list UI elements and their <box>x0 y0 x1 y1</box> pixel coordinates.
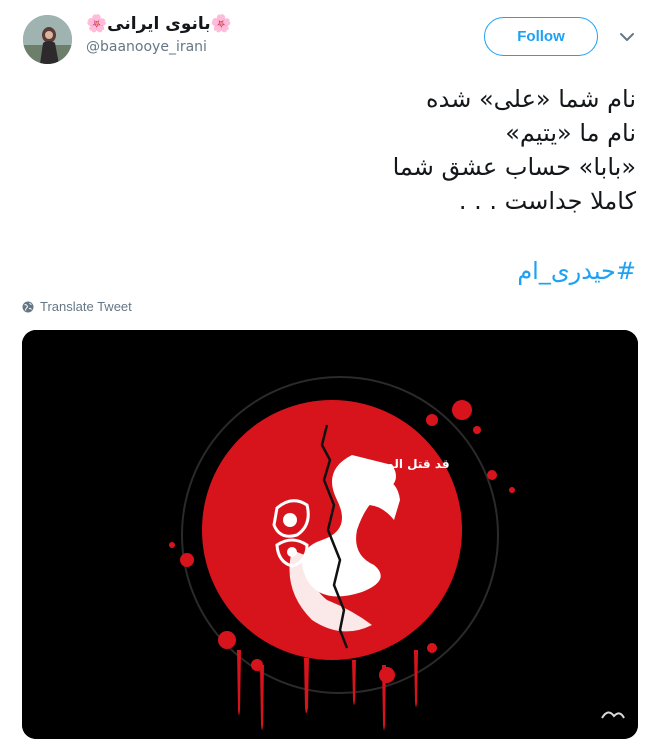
avatar[interactable] <box>23 15 72 64</box>
translate-tweet-link[interactable]: Translate Tweet <box>22 299 132 314</box>
tweet-line: کاملا جداست . . . <box>458 187 636 215</box>
image-caption-text: قد قتل المرتضی <box>350 457 449 471</box>
tweet-line: نام شما «علی» شده <box>426 85 636 113</box>
globe-icon <box>22 301 34 312</box>
tweet-line: نام ما «یتیم» <box>505 119 636 147</box>
hashtag-link[interactable]: #حیدری_ام <box>517 254 636 288</box>
chevron-down-icon[interactable] <box>617 29 637 45</box>
follow-button[interactable]: Follow <box>484 17 598 56</box>
flower-emoji-icon: 🌸 <box>86 14 108 34</box>
tweet-line: «بابا» حساب عشق شما <box>392 153 636 181</box>
flower-emoji-icon: 🌸 <box>210 14 232 34</box>
author-name-text: بانوی ایرانی <box>107 14 211 34</box>
tweet-text: نام شما «علی» شده نام ما «یتیم» «بابا» ح… <box>36 82 636 218</box>
translate-label: Translate Tweet <box>40 299 132 314</box>
author-handle[interactable]: @baanooye_irani <box>86 38 207 56</box>
author-display-name[interactable]: 🌸بانوی ایرانی🌸 <box>86 13 232 35</box>
tweet-media-image[interactable]: قد قتل المرتضی <box>22 330 638 739</box>
